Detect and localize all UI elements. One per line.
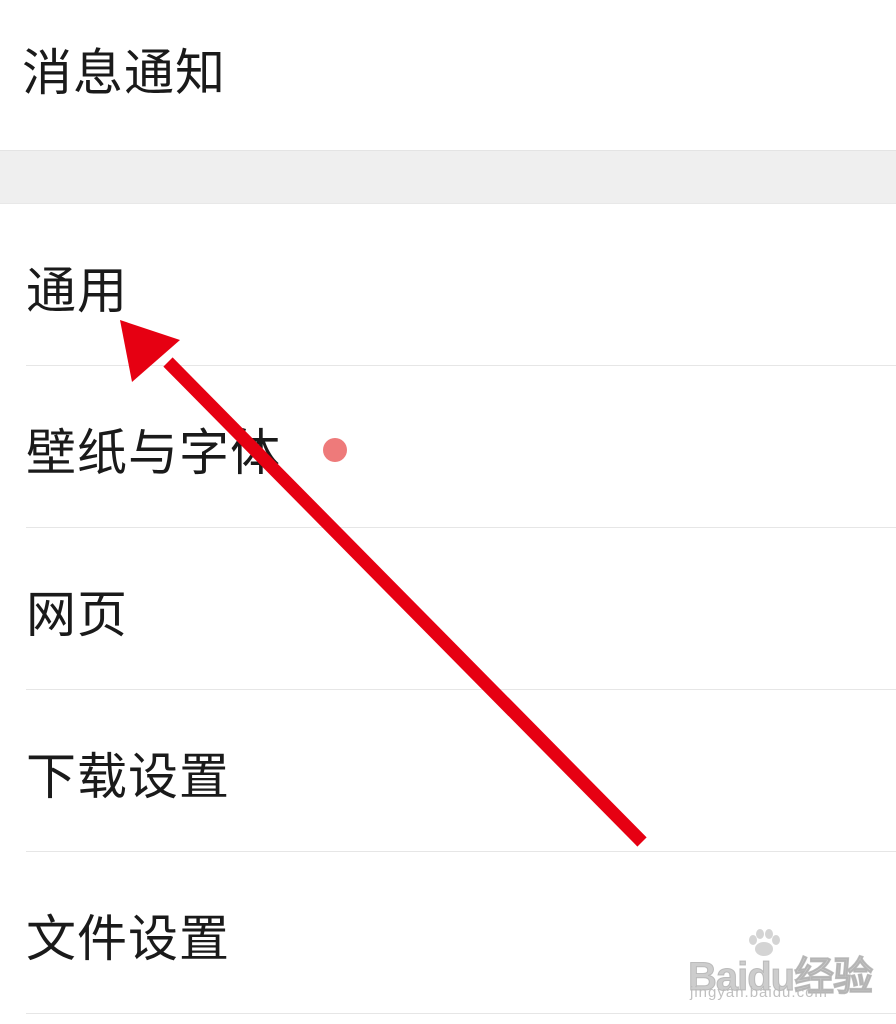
baidu-jingyan-watermark: Baidu经验 jingyan.baidu.com (687, 928, 888, 1008)
section-separator (0, 150, 896, 204)
settings-item-label: 消息通知 (22, 44, 226, 102)
settings-item-download-settings[interactable]: 下载设置 (0, 690, 896, 852)
settings-item-label: 网页 (26, 586, 128, 644)
settings-item-message-notification[interactable]: 消息通知 (0, 0, 896, 150)
settings-screen: 消息通知 通用 壁纸与字体 网页 下载设置 文件设置 Baidu经验 jingy… (0, 0, 896, 1024)
settings-item-label: 文件设置 (26, 910, 230, 968)
settings-item-wallpaper-font[interactable]: 壁纸与字体 (0, 366, 896, 528)
settings-item-label: 壁纸与字体 (26, 424, 281, 482)
settings-item-label: 下载设置 (26, 748, 230, 806)
settings-item-label: 通用 (26, 262, 128, 320)
settings-item-webpage[interactable]: 网页 (0, 528, 896, 690)
new-badge-dot (323, 438, 347, 462)
row-divider (26, 1013, 896, 1014)
settings-item-general[interactable]: 通用 (0, 204, 896, 366)
watermark-url: jingyan.baidu.com (690, 984, 828, 1001)
